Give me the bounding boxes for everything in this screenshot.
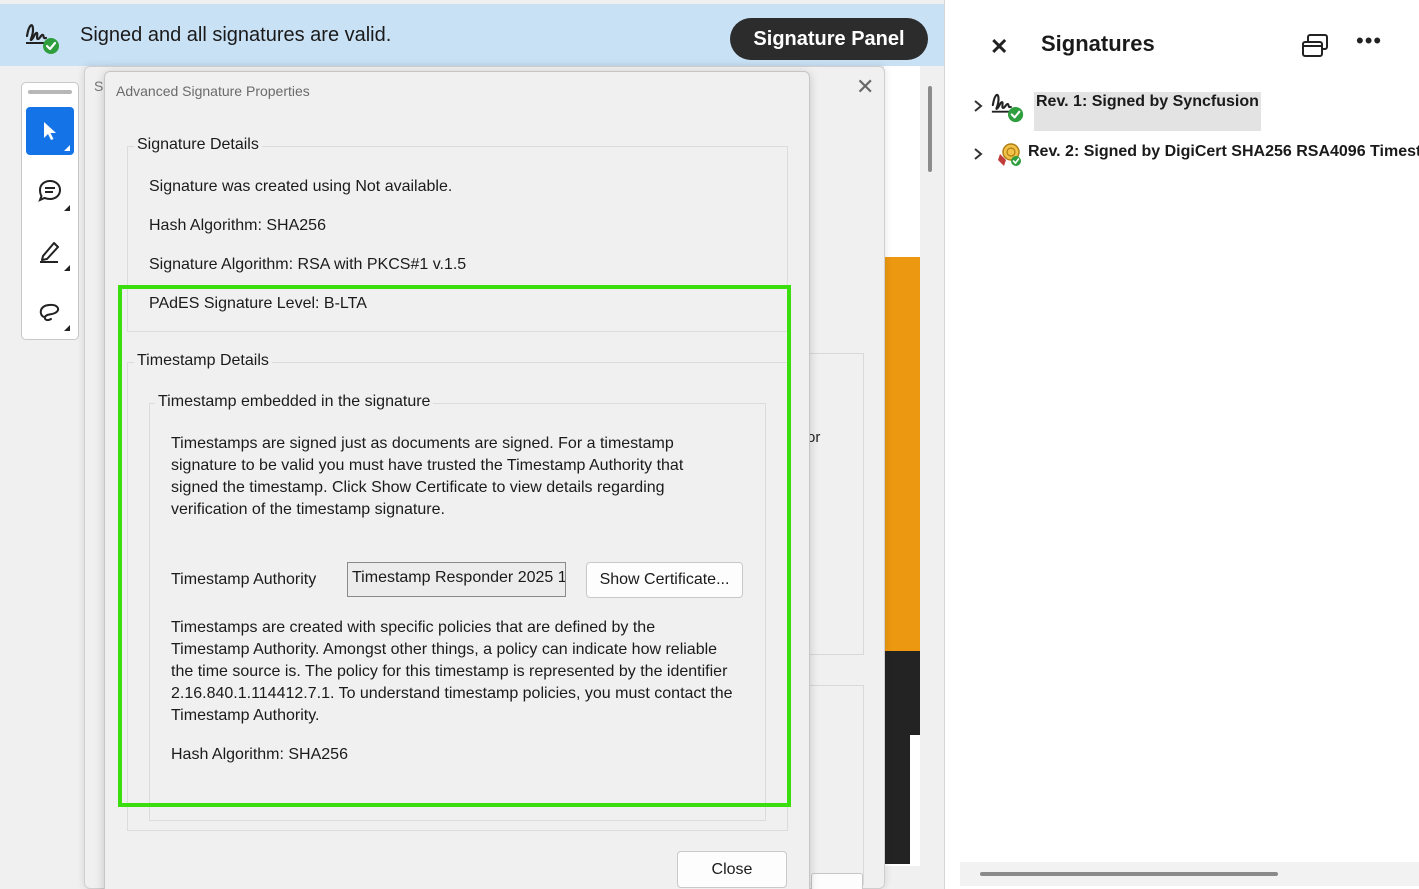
lasso-icon — [39, 303, 60, 322]
pades-level-text: PAdES Signature Level: B-LTA — [149, 295, 367, 312]
cursor-icon — [44, 122, 56, 140]
timestamp-hash-algorithm-text: Hash Algorithm: SHA256 — [171, 746, 348, 763]
timestamp-info-paragraph: Timestamps are signed just as documents … — [171, 435, 684, 518]
signature-status-text: Signed and all signatures are valid. — [80, 24, 392, 46]
hash-algorithm-text: Hash Algorithm: SHA256 — [149, 217, 326, 234]
timestamp-seal-icon — [998, 143, 1021, 166]
document-viewer: Signed and all signatures are valid. Sig… — [0, 0, 945, 889]
select-tool[interactable] — [26, 107, 74, 155]
page-orange-block — [884, 257, 920, 651]
page-white-block — [910, 735, 920, 864]
viewer-scrollbar[interactable] — [928, 86, 932, 172]
palette-drag-handle[interactable] — [28, 90, 72, 94]
behind-group-box — [807, 685, 864, 885]
behind-group-box — [807, 353, 864, 655]
signature-item-rev1[interactable]: Rev. 1: Signed by Syncfusion — [970, 88, 1419, 131]
signatures-panel: ✕ Signatures ••• Rev. 1: Signed by Syncf… — [946, 0, 1419, 889]
tool-palette — [21, 82, 79, 340]
dialog-title: Advanced Signature Properties — [116, 83, 310, 99]
signature-notice-bar: Signed and all signatures are valid. Sig… — [0, 4, 944, 66]
show-certificate-button[interactable]: Show Certificate... — [586, 562, 743, 598]
more-options-icon[interactable]: ••• — [1356, 28, 1382, 54]
comment-tool[interactable] — [26, 167, 74, 215]
close-icon[interactable]: ✕ — [856, 74, 874, 100]
pen-icon — [40, 242, 59, 263]
timestamp-authority-field[interactable]: Timestamp Responder 2025 1 — [347, 562, 566, 597]
timestamp-embedded-legend: Timestamp embedded in the signature — [155, 393, 434, 411]
timestamp-policy-paragraph: Timestamps are created with specific pol… — [171, 619, 733, 724]
signature-item-label: Rev. 2: Signed by DigiCert SHA256 RSA409… — [1028, 143, 1419, 160]
advanced-signature-properties-dialog: Advanced Signature Properties Signature … — [104, 71, 810, 889]
signature-valid-icon — [25, 24, 59, 54]
signature-algorithm-text: Signature Algorithm: RSA with PKCS#1 v.1… — [149, 256, 467, 273]
timestamp-details-legend: Timestamp Details — [134, 352, 272, 370]
panel-title: Signatures — [1041, 31, 1155, 56]
signature-panel-button[interactable]: Signature Panel — [730, 18, 928, 60]
draw-tool[interactable] — [26, 287, 74, 335]
close-button[interactable]: Close — [677, 851, 787, 888]
timestamp-authority-label: Timestamp Authority — [171, 571, 317, 588]
created-using-text: Signature was created using Not availabl… — [149, 178, 453, 195]
signature-valid-icon — [991, 93, 1024, 123]
signature-item-label: Rev. 1: Signed by Syncfusion — [1034, 92, 1261, 131]
chevron-right-icon[interactable] — [970, 98, 986, 114]
panel-options-icon[interactable] — [1300, 32, 1330, 60]
panel-scrollbar-thumb[interactable] — [980, 872, 1278, 876]
close-icon[interactable]: ✕ — [990, 34, 1008, 60]
signature-item-rev2[interactable]: Rev. 2: Signed by DigiCert SHA256 RSA409… — [970, 136, 1419, 178]
comment-icon — [38, 179, 62, 202]
behind-button[interactable] — [811, 873, 863, 889]
highlight-tool[interactable] — [26, 227, 74, 275]
signature-details-legend: Signature Details — [134, 136, 262, 154]
chevron-right-icon[interactable] — [970, 146, 986, 162]
